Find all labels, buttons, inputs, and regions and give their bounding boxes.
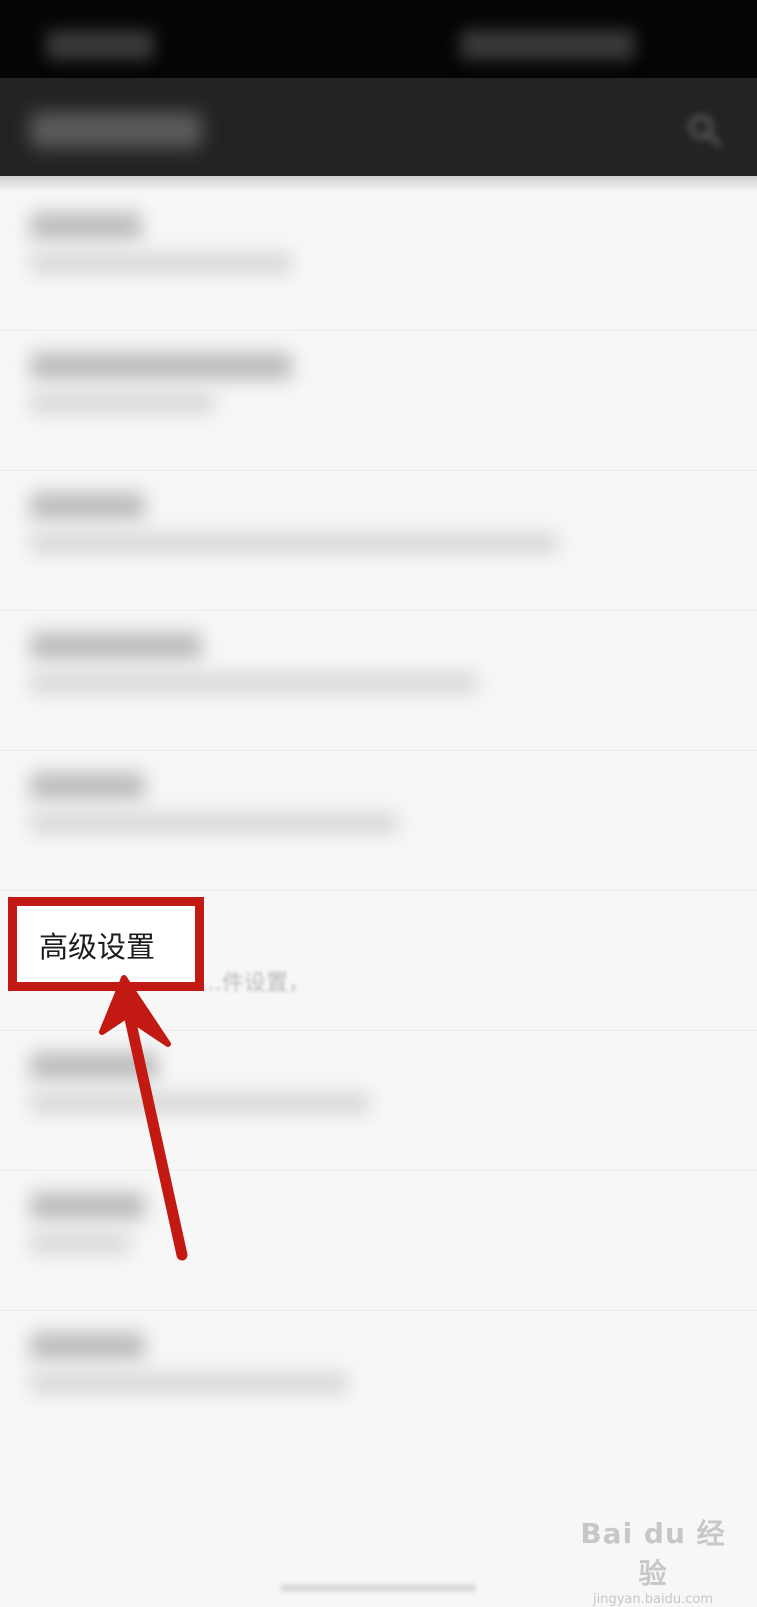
list-item[interactable] [0,1030,757,1171]
list-item[interactable] [0,330,757,471]
list-item[interactable] [0,750,757,891]
home-indicator[interactable] [280,1584,476,1592]
item-subtitle-blurred [30,252,292,274]
app-title-blurred [30,112,202,148]
list-item[interactable] [0,190,757,331]
item-subtitle-blurred [30,1232,130,1254]
advanced-settings-subtitle-partial: …件设置， [200,971,311,996]
item-title-blurred [30,772,145,800]
watermark-brand: Bai du 经验 [580,1517,726,1590]
item-subtitle-blurred [30,1372,348,1394]
item-title-blurred [30,492,145,520]
baidu-jingyan-watermark: Bai du 经验 jingyan.baidu.com [578,1512,728,1607]
list-item[interactable] [0,470,757,611]
item-subtitle-blurred [30,672,478,694]
app-bar [0,78,757,176]
status-time-blurred [46,30,154,60]
item-subtitle-blurred [30,392,215,414]
list-item[interactable] [0,610,757,751]
item-title-blurred [30,632,202,660]
status-bar [0,0,757,78]
item-subtitle-blurred [30,1092,370,1114]
item-title-blurred [30,352,292,380]
status-icons-blurred [460,30,635,60]
search-icon[interactable] [686,112,722,148]
item-subtitle-blurred [30,532,558,554]
item-title-blurred [30,212,142,240]
item-subtitle-blurred [30,812,398,834]
item-title-blurred [30,1332,145,1360]
item-title-blurred [30,1192,145,1220]
advanced-settings-label: 高级设置 [39,930,156,964]
item-title-blurred [30,1052,158,1080]
advanced-settings-item[interactable]: 高级设置 [8,897,204,991]
list-item[interactable] [0,1170,757,1311]
list-item[interactable] [0,1310,757,1450]
